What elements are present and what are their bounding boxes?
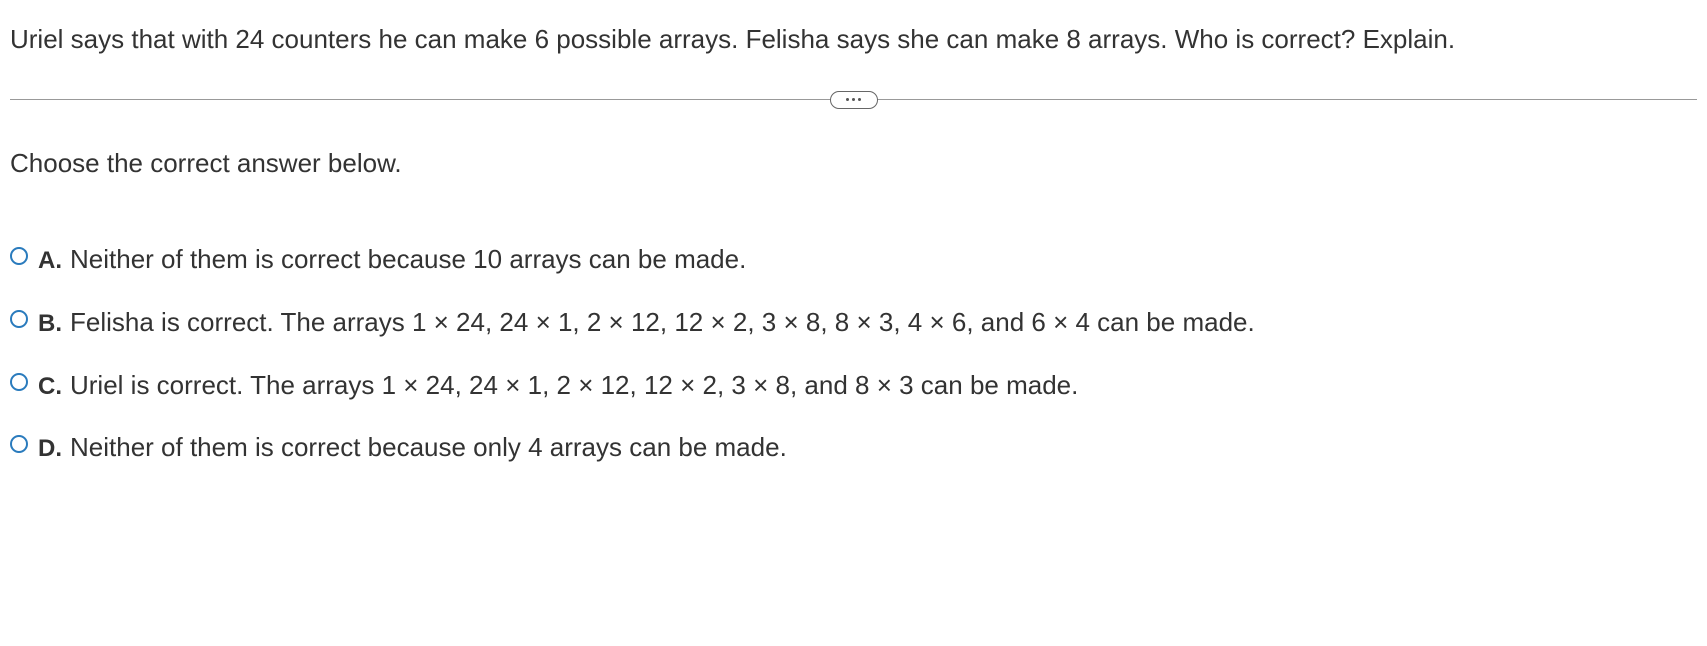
radio-a[interactable] (10, 247, 28, 265)
radio-b[interactable] (10, 310, 28, 328)
radio-c[interactable] (10, 373, 28, 391)
radio-d[interactable] (10, 435, 28, 453)
option-b: B. Felisha is correct. The arrays 1 × 24… (10, 304, 1697, 341)
ellipsis-icon (846, 98, 861, 101)
instruction-text: Choose the correct answer below. (10, 145, 1697, 181)
option-d: D. Neither of them is correct because on… (10, 429, 1697, 466)
option-d-content: D. Neither of them is correct because on… (38, 429, 1697, 466)
option-b-text: Felisha is correct. The arrays 1 × 24, 2… (70, 304, 1255, 340)
option-d-text: Neither of them is correct because only … (70, 429, 787, 465)
option-c: C. Uriel is correct. The arrays 1 × 24, … (10, 367, 1697, 404)
divider (10, 99, 1697, 100)
question-text: Uriel says that with 24 counters he can … (10, 20, 1697, 59)
option-a-text: Neither of them is correct because 10 ar… (70, 241, 746, 277)
option-b-content: B. Felisha is correct. The arrays 1 × 24… (38, 304, 1697, 341)
options-group: A. Neither of them is correct because 10… (10, 241, 1697, 465)
option-a: A. Neither of them is correct because 10… (10, 241, 1697, 278)
option-a-label: A. (38, 244, 62, 278)
option-c-text: Uriel is correct. The arrays 1 × 24, 24 … (70, 367, 1078, 403)
option-a-content: A. Neither of them is correct because 10… (38, 241, 1697, 278)
option-c-content: C. Uriel is correct. The arrays 1 × 24, … (38, 367, 1697, 404)
option-c-label: C. (38, 370, 62, 404)
expand-collapse-button[interactable] (830, 91, 878, 109)
option-b-label: B. (38, 307, 62, 341)
option-d-label: D. (38, 432, 62, 466)
